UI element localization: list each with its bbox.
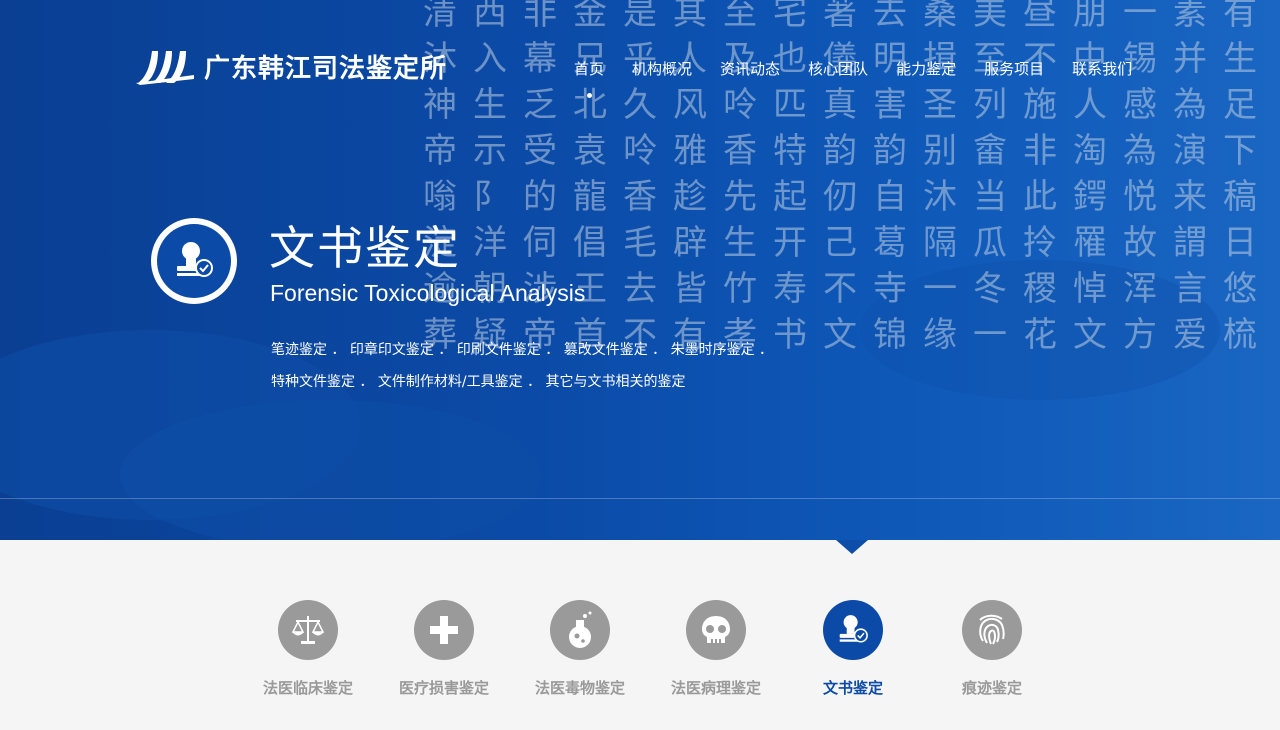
tab-label: 法医临床鉴定 bbox=[262, 679, 353, 697]
hero-divider bbox=[0, 498, 1280, 499]
tab-forensic-clinical[interactable]: 法医临床鉴定 bbox=[240, 600, 376, 698]
tab-document-examination[interactable]: 文书鉴定 bbox=[785, 600, 921, 698]
nav-item-contact[interactable]: 联系我们 bbox=[1072, 58, 1132, 79]
document-stamp-icon bbox=[823, 600, 883, 660]
nav-item-news[interactable]: 资讯动态 bbox=[720, 58, 780, 79]
nav-item-home[interactable]: 首页 bbox=[574, 58, 605, 98]
active-category-pointer bbox=[836, 540, 868, 554]
tab-label: 文书鉴定 bbox=[822, 679, 883, 697]
nav-item-services[interactable]: 服务项目 bbox=[984, 58, 1044, 79]
scales-icon bbox=[278, 600, 338, 660]
hero-desc-line: 特种文件鉴定 ． 文件制作材料/工具鉴定 ． 其它与文书相关的鉴定 bbox=[271, 374, 686, 390]
hero-desc-line: 笔迹鉴定 ． 印章印文鉴定 ． 印刷文件鉴定 ． 篡改文件鉴定 ． 朱墨时序鉴定… bbox=[271, 342, 774, 358]
nav-label: 联系我们 bbox=[1072, 60, 1133, 78]
nav-label: 能力鉴定 bbox=[896, 60, 957, 78]
skull-icon bbox=[686, 600, 746, 660]
tab-forensic-toxicology[interactable]: 法医毒物鉴定 bbox=[512, 600, 648, 698]
tab-label: 痕迹鉴定 bbox=[961, 679, 1022, 697]
nav-label: 资讯动态 bbox=[720, 60, 781, 78]
nav-label: 首页 bbox=[574, 60, 605, 78]
tab-medical-damage[interactable]: 医疗损害鉴定 bbox=[376, 600, 512, 698]
nav-item-about[interactable]: 机构概况 bbox=[632, 58, 692, 79]
brand-name: 广东韩江司法鉴定所 bbox=[204, 53, 448, 84]
calligraphy-background: 清 沐 神 帝 嗡 淀 逾 葬 西 入 生 示 阝 洋 朝 疑 非 幕 乏 受 … bbox=[423, 0, 1257, 355]
nav-label: 机构概况 bbox=[632, 60, 693, 78]
fingerprint-icon bbox=[962, 600, 1022, 660]
logo-mark-icon bbox=[136, 51, 194, 85]
hero-description: 笔迹鉴定 ． 印章印文鉴定 ． 印刷文件鉴定 ． 篡改文件鉴定 ． 朱墨时序鉴定… bbox=[271, 334, 773, 398]
tab-forensic-pathology[interactable]: 法医病理鉴定 bbox=[648, 600, 784, 698]
tab-label: 医疗损害鉴定 bbox=[398, 679, 489, 697]
nav-label: 核心团队 bbox=[808, 60, 869, 78]
main-nav: 首页 机构概况 资讯动态 核心团队 能力鉴定 服务项目 联系我们 bbox=[560, 58, 1146, 98]
tab-label: 法医病理鉴定 bbox=[670, 679, 761, 697]
nav-label: 服务项目 bbox=[984, 60, 1045, 78]
tab-label: 法医毒物鉴定 bbox=[534, 679, 625, 697]
hero-subtitle: Forensic Toxicological Analysis bbox=[270, 280, 586, 306]
nav-item-capability[interactable]: 能力鉴定 bbox=[896, 58, 956, 79]
hero-title: 文书鉴定 bbox=[269, 221, 461, 275]
tab-trace-examination[interactable]: 痕迹鉴定 bbox=[924, 600, 1060, 698]
medical-cross-icon bbox=[414, 600, 474, 660]
logo[interactable]: 广东韩江司法鉴定所 bbox=[136, 46, 447, 86]
document-stamp-icon bbox=[151, 218, 237, 304]
active-indicator-dot bbox=[587, 93, 592, 98]
nav-item-team[interactable]: 核心团队 bbox=[808, 58, 868, 79]
flask-icon bbox=[550, 600, 610, 660]
